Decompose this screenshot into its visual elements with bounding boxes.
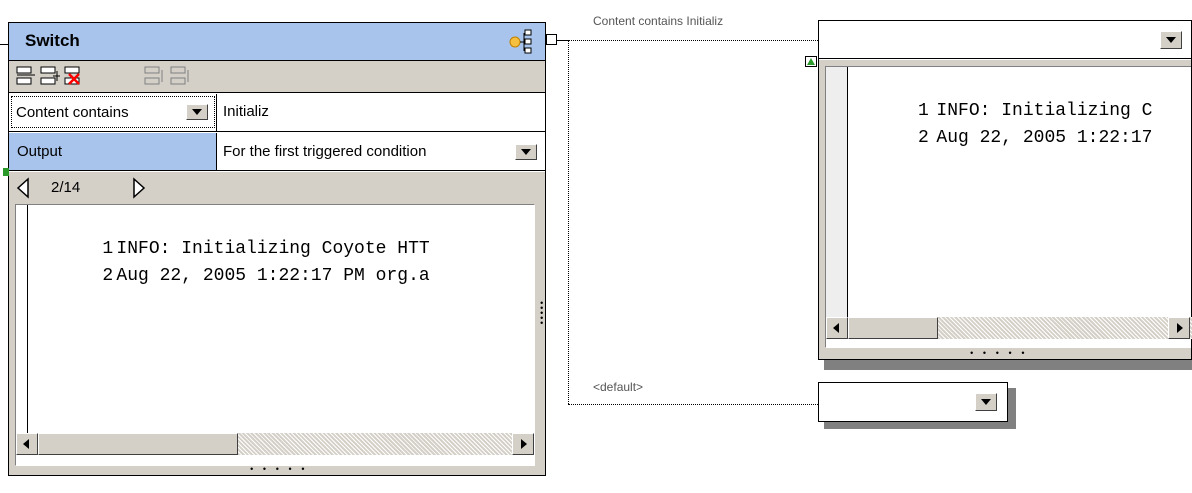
output-row[interactable]: Output For the first triggered condition [9, 133, 545, 171]
default-connector-label: <default> [593, 380, 644, 394]
horizontal-scrollbar[interactable] [826, 317, 1192, 339]
move-up-icon[interactable] [143, 65, 165, 87]
move-down-icon[interactable] [169, 65, 191, 87]
dropdown-icon[interactable] [515, 144, 537, 160]
condition-connector-label: Content contains Initializ [593, 14, 724, 28]
switch-title: Switch [25, 31, 80, 50]
output-body: 1 INFO: Initializing C 2 Aug 22, 2005 1:22… [819, 60, 1192, 359]
dropdown-icon[interactable] [1160, 31, 1182, 49]
page-indicator: 2/14 [51, 179, 81, 196]
switch-title-bar[interactable]: Switch [9, 23, 545, 61]
condition-value[interactable]: Initializ [223, 103, 269, 120]
resize-grip[interactable]: • • • • • [249, 466, 307, 475]
line-text: Aug 22, 2005 1:22:17 [936, 128, 1153, 148]
switch-node-icon[interactable] [506, 27, 534, 55]
resize-grip[interactable]: • • • • • [539, 300, 544, 329]
previous-icon[interactable] [15, 177, 33, 199]
switch-component[interactable]: Switch Content contains Initializ Output… [8, 22, 546, 476]
default-output-box[interactable] [818, 382, 1008, 422]
output-label: Output [17, 143, 63, 160]
scrollbar-thumb[interactable] [38, 433, 238, 455]
output-text-area[interactable]: 1 INFO: Initializing C 2 Aug 22, 2005 1:22… [825, 66, 1192, 348]
connector-line [568, 40, 818, 41]
preview-frame: 2/14 1 INFO: Initializing Coyote HTT 2 Aug… [9, 172, 545, 475]
scroll-left-icon[interactable] [826, 317, 848, 339]
add-condition-icon[interactable] [15, 65, 37, 87]
condition-type-label: Content contains [16, 104, 129, 121]
delete-condition-icon[interactable] [63, 65, 85, 87]
line-text: Aug 22, 2005 1:22:17 PM org.a [116, 266, 430, 286]
output-header[interactable] [819, 21, 1191, 59]
output-label-cell: Output [9, 133, 216, 170]
output-value[interactable]: For the first triggered condition [223, 143, 426, 160]
switch-toolbar [9, 61, 545, 93]
collapse-icon[interactable] [805, 56, 817, 67]
dropdown-icon[interactable] [975, 393, 997, 411]
code-line: 2 Aug 22, 2005 1:22:17 [826, 98, 1152, 179]
scrollbar-thumb[interactable] [848, 317, 938, 339]
insert-condition-icon[interactable] [39, 65, 61, 87]
next-icon[interactable] [130, 177, 148, 199]
resize-grip[interactable]: • • • • • [969, 350, 1027, 359]
condition-row[interactable]: Content contains Initializ [9, 94, 545, 132]
scroll-right-icon[interactable] [1168, 317, 1190, 339]
scroll-left-icon[interactable] [16, 433, 38, 455]
connector-output-port[interactable] [546, 34, 557, 45]
connector-line [568, 404, 818, 405]
horizontal-scrollbar[interactable] [16, 433, 534, 455]
condition-output-panel[interactable]: 1 INFO: Initializing C 2 Aug 22, 2005 1:22… [818, 20, 1192, 360]
condition-type-select[interactable]: Content contains [11, 96, 215, 128]
connector-branch-line [568, 40, 569, 404]
scroll-right-icon[interactable] [512, 433, 534, 455]
preview-text-area[interactable]: 1 INFO: Initializing Coyote HTT 2 Aug 22, … [15, 204, 535, 466]
code-line: 2 Aug 22, 2005 1:22:17 PM org.a [16, 236, 430, 317]
line-number: 2 [918, 128, 929, 148]
line-number: 2 [102, 266, 114, 286]
dropdown-icon[interactable] [186, 104, 208, 120]
